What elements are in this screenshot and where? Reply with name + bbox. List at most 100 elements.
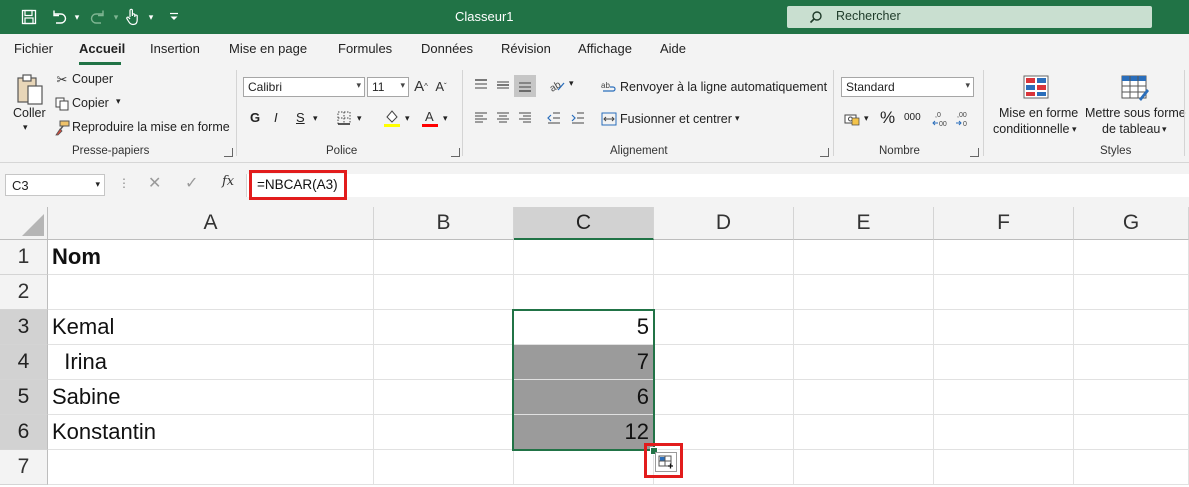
format-as-table-label-1[interactable]: Mettre sous forme [1085,106,1186,120]
cell-c1[interactable] [514,240,654,275]
format-table-dropdown-icon[interactable]: ▾ [1162,124,1167,135]
tab-affichage[interactable]: Affichage [578,41,632,56]
cell-f3[interactable] [934,310,1074,345]
font-size-combo[interactable]: 11 ▾ [367,77,409,97]
increase-indent-icon[interactable] [569,109,587,127]
cell-a7[interactable] [48,450,374,485]
cell-e3[interactable] [794,310,934,345]
row-header-2[interactable]: 2 [0,275,48,310]
formula-input[interactable]: =NBCAR(A3) [246,174,1189,197]
percent-style-button[interactable]: % [880,108,895,128]
conditional-dropdown-icon[interactable]: ▾ [1072,124,1077,135]
paste-icon[interactable] [14,72,46,108]
cell-a3[interactable]: Kemal [48,310,374,345]
clipboard-launcher-icon[interactable] [224,148,233,157]
cell-g3[interactable] [1074,310,1189,345]
align-top-icon[interactable] [472,76,490,94]
cell-b6[interactable] [374,415,514,450]
cell-b4[interactable] [374,345,514,380]
search-box[interactable]: Rechercher [787,6,1152,28]
conditional-formatting-label-1[interactable]: Mise en forme [999,106,1078,120]
increase-decimal-icon[interactable]: ,0 00 [932,108,952,130]
save-icon[interactable] [19,7,39,27]
cell-g2[interactable] [1074,275,1189,310]
row-header-6[interactable]: 6 [0,415,48,450]
orientation-dropdown-icon[interactable]: ▾ [569,78,574,89]
paste-button[interactable]: Coller [13,106,46,120]
undo-dropdown-icon[interactable]: ▾ [67,7,87,27]
column-header-f[interactable]: F [934,207,1074,240]
cell-e2[interactable] [794,275,934,310]
cell-g6[interactable] [1074,415,1189,450]
merge-center-button[interactable]: Fusionner et centrer [620,112,732,126]
cell-b5[interactable] [374,380,514,415]
bold-button[interactable]: G [250,110,260,125]
tab-revision[interactable]: Révision [501,41,551,56]
align-left-icon[interactable] [472,109,490,127]
font-color-icon[interactable]: A [421,108,439,128]
touch-mode-dropdown-icon[interactable]: ▾ [141,7,161,27]
decrease-indent-icon[interactable] [545,109,563,127]
italic-button[interactable]: I [274,110,278,125]
cell-c7[interactable] [514,450,654,485]
cell-c2[interactable] [514,275,654,310]
cell-e5[interactable] [794,380,934,415]
format-painter-button[interactable]: Reproduire la mise en forme [72,120,230,134]
column-header-c[interactable]: C [514,207,654,240]
conditional-formatting-label-2[interactable]: conditionnelle [993,122,1069,136]
cancel-icon[interactable]: ✕ [148,173,161,193]
accounting-format-icon[interactable] [843,110,861,128]
accounting-dropdown-icon[interactable]: ▾ [864,113,869,124]
cell-a5[interactable]: Sabine [48,380,374,415]
format-as-table-label-2[interactable]: de tableau [1102,122,1160,136]
cell-f2[interactable] [934,275,1074,310]
cell-a4[interactable]: Irina [48,345,374,380]
alignment-launcher-icon[interactable] [820,148,829,157]
number-format-combo[interactable]: Standard ▾ [841,77,974,97]
cell-b2[interactable] [374,275,514,310]
row-header-1[interactable]: 1 [0,240,48,275]
underline-button[interactable]: S [296,110,305,125]
align-center-icon[interactable] [494,109,512,127]
cell-d2[interactable] [654,275,794,310]
align-right-icon[interactable] [516,109,534,127]
column-header-d[interactable]: D [654,207,794,240]
fill-color-icon[interactable] [383,108,401,128]
cell-b1[interactable] [374,240,514,275]
cell-f4[interactable] [934,345,1074,380]
cut-button[interactable]: Couper [72,72,113,86]
tab-aide[interactable]: Aide [660,41,686,56]
cell-e1[interactable] [794,240,934,275]
name-box[interactable]: C3 ▾ [5,174,105,196]
cell-f1[interactable] [934,240,1074,275]
row-header-7[interactable]: 7 [0,450,48,485]
touch-mode-icon[interactable] [122,7,142,27]
cell-b3[interactable] [374,310,514,345]
decrease-decimal-icon[interactable]: ,00 0 [954,108,974,130]
wrap-text-button[interactable]: Renvoyer à la ligne automatiquement [620,80,827,94]
font-launcher-icon[interactable] [451,148,460,157]
cell-a2[interactable] [48,275,374,310]
enter-icon[interactable]: ✓ [185,173,198,193]
column-header-g[interactable]: G [1074,207,1189,240]
select-all-button[interactable] [0,207,48,240]
column-header-a[interactable]: A [48,207,374,240]
merge-dropdown-icon[interactable]: ▾ [735,113,740,124]
copy-button[interactable]: Copier [72,96,109,110]
column-header-b[interactable]: B [374,207,514,240]
grow-font-icon[interactable]: A ^ [412,76,430,96]
number-launcher-icon[interactable] [970,148,979,157]
tab-accueil[interactable]: Accueil [79,41,125,56]
align-middle-icon[interactable] [494,76,512,94]
cell-d5[interactable] [654,380,794,415]
tab-fichier[interactable]: Fichier [14,41,53,56]
cell-g7[interactable] [1074,450,1189,485]
cell-f7[interactable] [934,450,1074,485]
undo-icon[interactable] [49,7,69,27]
cell-a6[interactable]: Konstantin [48,415,374,450]
font-color-dropdown-icon[interactable]: ▾ [443,113,448,124]
cell-d1[interactable] [654,240,794,275]
cell-g4[interactable] [1074,345,1189,380]
row-header-5[interactable]: 5 [0,380,48,415]
insert-function-button[interactable]: fx [222,174,234,189]
